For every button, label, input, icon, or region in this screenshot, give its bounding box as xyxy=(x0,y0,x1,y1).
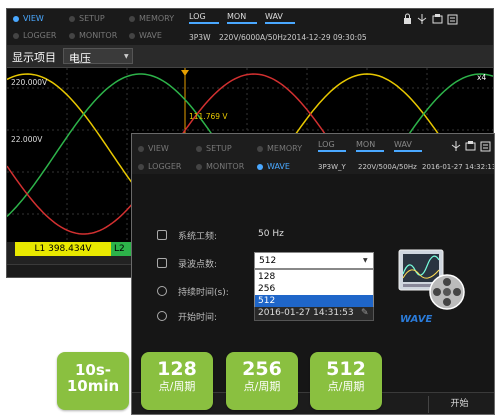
front-nav-view[interactable]: VIEW xyxy=(138,144,169,153)
film-reel-icon xyxy=(429,274,465,310)
front-status-datetime: 2016-01-27 14:32:13 xyxy=(422,163,495,171)
dot-icon xyxy=(138,163,144,170)
usb-icon xyxy=(417,14,427,24)
dot-icon xyxy=(129,15,135,22)
front-nav-monitor[interactable]: MONITOR xyxy=(196,162,244,171)
back-toolbar-icons xyxy=(404,13,458,25)
badge-512-value: 512 xyxy=(326,358,366,380)
badge-512-unit: 点/周期 xyxy=(327,380,365,393)
dot-icon xyxy=(13,15,19,22)
dot-icon xyxy=(196,163,202,170)
lock-icon xyxy=(404,13,411,24)
points-label: 录波点数: xyxy=(178,260,218,270)
readout-l2: L2 xyxy=(111,242,131,256)
back-nav-setup[interactable]: SETUP xyxy=(69,14,105,23)
points-option-128[interactable]: 128 xyxy=(255,271,373,283)
points-dropdown: 128 256 512 xyxy=(254,269,374,307)
front-toolbar-icons xyxy=(451,141,491,152)
display-item-select[interactable]: 电压 ▼ xyxy=(63,48,133,65)
badge-128-unit: 点/周期 xyxy=(158,380,196,393)
back-tab-log[interactable]: LOG xyxy=(189,12,219,24)
dot-icon xyxy=(257,163,263,170)
dot-icon xyxy=(69,15,75,22)
badge-128-value: 128 xyxy=(157,358,197,380)
back-nav-logger[interactable]: LOGGER xyxy=(13,31,56,40)
start-time-field[interactable]: 2016-01-27 14:31:53 ✎ xyxy=(254,306,374,321)
front-tab-mon[interactable]: MON xyxy=(356,140,384,152)
front-nav-setup[interactable]: SETUP xyxy=(196,144,232,153)
points-option-512[interactable]: 512 xyxy=(255,295,373,307)
badge-256-unit: 点/周期 xyxy=(243,380,281,393)
badge-128: 128 点/周期 xyxy=(141,352,213,410)
start-time-label: 开始时间: xyxy=(178,313,218,323)
points-select[interactable]: 512 ▼ xyxy=(254,252,374,269)
back-status-range: 220V/6000A/50Hz xyxy=(219,33,287,42)
frequency-icon xyxy=(157,230,167,240)
duration-label: 持续时间(s): xyxy=(178,288,229,298)
display-item-bar: 显示项目 电压 ▼ xyxy=(7,45,493,67)
dot-icon xyxy=(13,32,19,39)
front-tab-wav[interactable]: WAV xyxy=(394,140,422,152)
front-tab-log[interactable]: LOG xyxy=(318,140,346,152)
clock-icon xyxy=(157,286,167,296)
cursor-marker-icon xyxy=(181,70,189,76)
back-nav-bar: VIEW SETUP MEMORY LOGGER MONITOR WAVE LO… xyxy=(7,9,493,45)
badge-duration-value: 10s- 10min xyxy=(66,361,120,395)
badge-512: 512 点/周期 xyxy=(310,352,382,410)
badge-256: 256 点/周期 xyxy=(226,352,298,410)
printer-icon xyxy=(432,14,443,24)
back-nav-view[interactable]: VIEW xyxy=(13,14,44,23)
points-option-256[interactable]: 256 xyxy=(255,283,373,295)
dot-icon xyxy=(257,145,263,152)
dot-icon xyxy=(196,145,202,152)
back-tab-mon[interactable]: MON xyxy=(227,12,257,24)
dot-icon xyxy=(138,145,144,152)
points-select-value: 512 xyxy=(259,256,277,266)
printer-icon xyxy=(465,141,476,151)
display-item-value: 电压 xyxy=(69,52,91,65)
start-button[interactable]: 开始 xyxy=(428,396,490,413)
front-nav-logger[interactable]: LOGGER xyxy=(138,162,181,171)
edit-icon: ✎ xyxy=(361,308,369,318)
back-status-datetime: 2014-12-29 09:30:05 xyxy=(287,33,367,42)
badge-256-value: 256 xyxy=(242,358,282,380)
back-status-wiring: 3P3W xyxy=(189,33,211,42)
y-label-top: 220.000V xyxy=(11,78,48,87)
back-nav-monitor[interactable]: MONITOR xyxy=(69,31,117,40)
points-icon xyxy=(157,258,167,268)
front-nav-bar: VIEW SETUP MEMORY LOGGER MONITOR WAVE LO… xyxy=(132,134,495,174)
start-time-value: 2016-01-27 14:31:53 xyxy=(258,308,354,318)
memory-icon xyxy=(480,141,491,152)
frequency-value: 50 Hz xyxy=(258,229,284,239)
clock-icon xyxy=(157,311,167,321)
front-nav-wave[interactable]: WAVE xyxy=(257,162,290,171)
readout-l1: L1 398.434V xyxy=(15,242,111,256)
frequency-label: 系统工频: xyxy=(178,232,218,242)
dot-icon xyxy=(69,32,75,39)
back-nav-memory[interactable]: MEMORY xyxy=(129,14,174,23)
chevron-down-icon: ▼ xyxy=(363,257,368,264)
back-nav-wave[interactable]: WAVE xyxy=(129,31,162,40)
back-tab-wav[interactable]: WAV xyxy=(265,12,295,24)
cursor-value: 111.769 V xyxy=(189,112,228,121)
usb-icon xyxy=(451,141,461,151)
zoom-label[interactable]: x4 xyxy=(477,73,486,82)
dot-icon xyxy=(129,32,135,39)
display-item-label: 显示项目 xyxy=(12,51,56,64)
memory-icon xyxy=(447,14,458,25)
front-nav-memory[interactable]: MEMORY xyxy=(257,144,302,153)
front-status-wiring: 3P3W_Y xyxy=(318,163,346,171)
badge-duration: 10s- 10min xyxy=(57,352,129,410)
y-label-mid: 22.000V xyxy=(11,135,43,144)
front-status-range: 220V/500A/50Hz xyxy=(358,163,417,171)
wave-logo-text: WAVE xyxy=(400,314,433,325)
chevron-down-icon: ▼ xyxy=(124,53,129,60)
